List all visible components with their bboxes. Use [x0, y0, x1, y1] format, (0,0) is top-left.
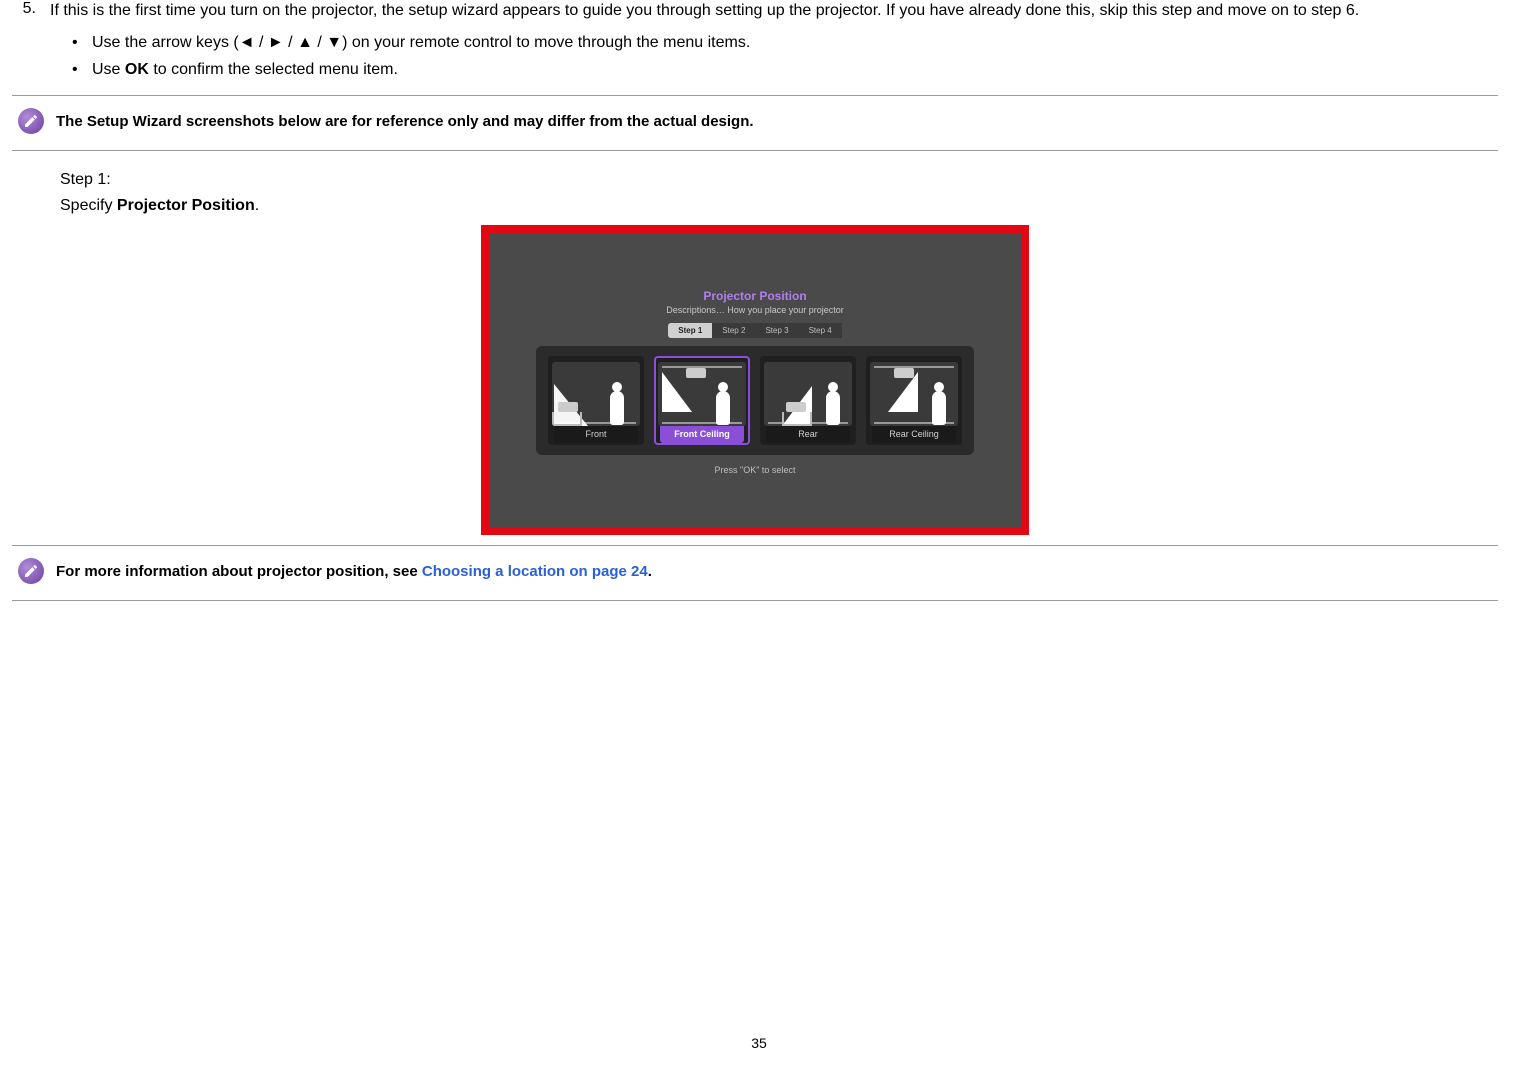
pencil-icon [18, 108, 44, 134]
step1-desc: Specify Projector Position. [60, 197, 1498, 215]
card-front-ceiling: Front Ceiling [654, 356, 750, 445]
note-reference-design: The Setup Wizard screenshots below are f… [12, 104, 1498, 140]
divider [12, 545, 1498, 546]
step1-label: Step 1: [60, 171, 1498, 189]
divider [12, 150, 1498, 151]
card-rear-ceiling: Rear Ceiling [866, 356, 962, 445]
divider [12, 95, 1498, 96]
note-text: For more information about projector pos… [56, 563, 652, 580]
bullet-ok-confirm: Use OK to confirm the selected menu item… [72, 59, 1498, 81]
wizard-tab-step1: Step 1 [668, 323, 712, 338]
wizard-tab-step3: Step 3 [755, 323, 798, 338]
step5-text: If this is the first time you turn on th… [50, 0, 1498, 22]
divider [12, 600, 1498, 601]
list-number: 5. [12, 0, 36, 85]
bullet-arrow-keys: Use the arrow keys (◄ / ► / ▲ / ▼) on yo… [72, 32, 1498, 54]
position-cards: Front Front Ceiling [536, 346, 974, 455]
page-number: 35 [751, 1035, 767, 1051]
card-front: Front [548, 356, 644, 445]
link-choosing-location[interactable]: Choosing a location on page 24 [422, 563, 648, 580]
wizard-tab-step2: Step 2 [712, 323, 755, 338]
card-rear: Rear [760, 356, 856, 445]
wizard-tab-step4: Step 4 [799, 323, 842, 338]
wizard-title: Projector Position [703, 289, 806, 303]
note-see-location: For more information about projector pos… [12, 554, 1498, 590]
note-text: The Setup Wizard screenshots below are f… [56, 113, 754, 130]
pencil-icon [18, 558, 44, 584]
wizard-desc: Descriptions… How you place your project… [666, 305, 844, 315]
setup-wizard-screenshot: Projector Position Descriptions… How you… [481, 225, 1029, 535]
wizard-step-tabs: Step 1 Step 2 Step 3 Step 4 [668, 323, 841, 338]
wizard-hint: Press "OK" to select [715, 465, 796, 475]
